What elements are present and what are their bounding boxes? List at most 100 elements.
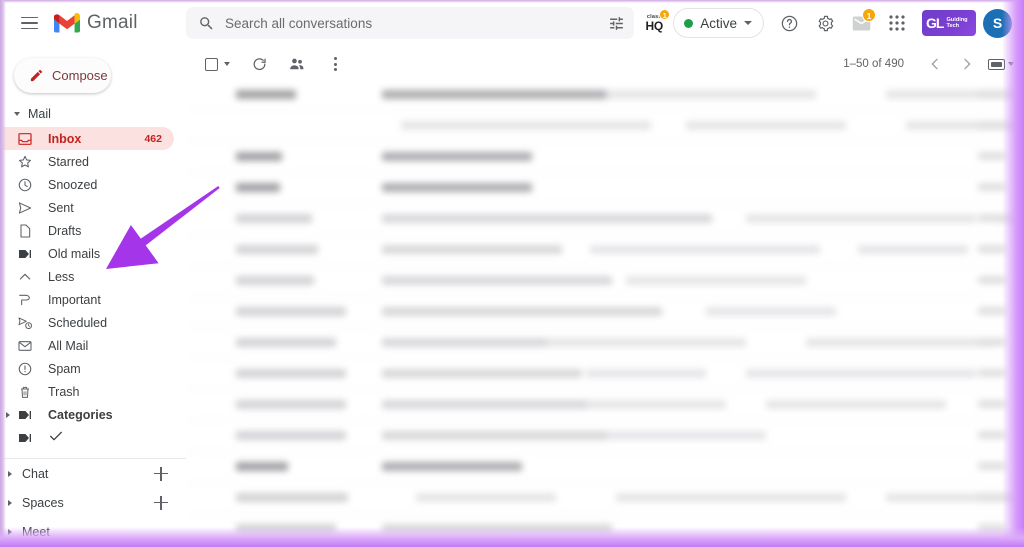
scheduled-icon <box>17 315 37 331</box>
more-vertical-icon[interactable] <box>320 49 350 79</box>
plus-icon[interactable] <box>154 466 168 481</box>
status-label: Active <box>700 15 737 31</box>
chevron-right-icon[interactable] <box>8 528 12 535</box>
table-row[interactable] <box>186 483 1024 514</box>
sidebar-item-inbox[interactable]: Inbox 462 <box>0 127 174 150</box>
label-icon <box>17 430 37 446</box>
top-app-bar: Gmail class HQ 1 <box>0 0 1024 46</box>
mail-section-header[interactable]: Mail <box>0 101 186 127</box>
chevron-right-icon[interactable] <box>952 49 982 79</box>
select-all-chevron-down-icon[interactable] <box>224 62 230 66</box>
classhq-icon[interactable]: class HQ 1 <box>639 6 671 40</box>
pagination: 1–50 of 490 <box>843 49 1024 79</box>
sidebar-item-categories[interactable]: Categories <box>0 403 174 426</box>
mail-section-label: Mail <box>28 107 51 121</box>
mail-updates-icon[interactable]: 1 <box>844 6 878 40</box>
sidebar-item-important[interactable]: Important <box>0 288 174 311</box>
sidebar-item-label: Sent <box>48 200 74 215</box>
help-icon[interactable] <box>772 6 806 40</box>
hamburger-icon[interactable] <box>12 6 46 40</box>
search-input[interactable] <box>225 15 601 31</box>
sidebar-item-sent[interactable]: Sent <box>0 196 174 219</box>
brand-badge[interactable]: GL Guiding Tech <box>922 10 976 36</box>
search-icon <box>198 15 215 32</box>
tune-icon[interactable] <box>601 8 631 38</box>
search-bar[interactable] <box>186 7 634 39</box>
sidebar-item-label: All Mail <box>48 338 89 353</box>
sidebar-footer-chat[interactable]: Chat <box>0 459 176 488</box>
chevron-left-icon[interactable] <box>920 49 950 79</box>
avatar[interactable]: S <box>983 8 1012 38</box>
sidebar-item-scheduled[interactable]: Scheduled <box>0 311 174 334</box>
sidebar-item-less[interactable]: Less <box>0 265 174 288</box>
compose-button[interactable]: Compose <box>14 58 111 93</box>
pagination-range: 1–50 of 490 <box>843 58 904 70</box>
sidebar-item-label: Old mails <box>48 246 101 261</box>
table-row[interactable] <box>186 266 1024 297</box>
plus-icon[interactable] <box>154 495 168 510</box>
status-dot-icon <box>684 18 694 28</box>
table-row[interactable] <box>186 452 1024 483</box>
sidebar-item-label: Important <box>48 292 101 307</box>
table-row[interactable] <box>186 204 1024 235</box>
header-actions: class HQ 1 Active 1 GL Guiding Tech S <box>639 0 1016 46</box>
status-badge[interactable]: Active <box>673 8 764 38</box>
important-icon <box>17 292 37 308</box>
classhq-badge: 1 <box>659 9 671 20</box>
label-icon <box>17 407 37 423</box>
refresh-icon[interactable] <box>244 49 274 79</box>
table-row[interactable] <box>186 111 1024 142</box>
sidebar-item-label: Inbox <box>48 131 82 146</box>
brand-line2: Tech <box>946 23 960 29</box>
sidebar-nav: Inbox 462 Starred Snoozed Sent Drafts Old mail… <box>0 127 186 449</box>
gmail-logo[interactable]: Gmail <box>54 12 138 34</box>
updates-badge: 1 <box>862 8 876 22</box>
sidebar-item-label: Scheduled <box>48 315 108 330</box>
table-row[interactable] <box>186 328 1024 359</box>
table-row[interactable] <box>186 173 1024 204</box>
table-row[interactable] <box>186 235 1024 266</box>
table-row[interactable] <box>186 142 1024 173</box>
sidebar-footer-label: Chat <box>22 466 49 481</box>
input-tools-chevron-down-icon[interactable] <box>1008 62 1014 66</box>
sidebar-item-drafts[interactable]: Drafts <box>0 219 174 242</box>
sidebar-item-label: Drafts <box>48 223 82 238</box>
sidebar-item-spam[interactable]: Spam <box>0 357 174 380</box>
send-icon <box>17 200 37 216</box>
mail-list-pane: 1–50 of 490 <box>186 46 1024 547</box>
all-mail-icon <box>17 338 37 354</box>
chevron-right-icon[interactable] <box>8 499 12 506</box>
mail-list[interactable] <box>186 80 1024 547</box>
apps-grid-icon[interactable] <box>880 6 914 40</box>
sidebar-item-all-mail[interactable]: All Mail <box>0 334 174 357</box>
sidebar-item-label: Spam <box>48 361 81 376</box>
table-row[interactable] <box>186 514 1024 545</box>
sidebar-item-label: Starred <box>48 154 89 169</box>
sidebar-footer-meet[interactable]: Meet <box>0 517 176 546</box>
brand-mark: GL <box>926 15 944 31</box>
table-row[interactable] <box>186 297 1024 328</box>
sidebar-footer-label: Meet <box>22 524 50 539</box>
sidebar-item-old-mails[interactable]: Old mails <box>0 242 174 265</box>
sidebar-item-label-13[interactable] <box>0 426 174 449</box>
chevron-right-icon[interactable] <box>8 470 12 477</box>
sidebar-item-count: 462 <box>144 132 162 145</box>
chevron-up-icon <box>17 269 37 285</box>
people-filter-icon[interactable] <box>282 49 312 79</box>
chevron-down-icon <box>744 21 752 25</box>
keyboard-icon[interactable] <box>984 49 1008 79</box>
gear-icon[interactable] <box>808 6 842 40</box>
sidebar-item-trash[interactable]: Trash <box>0 380 174 403</box>
table-row[interactable] <box>186 421 1024 452</box>
chevron-down-icon <box>14 112 20 116</box>
table-row[interactable] <box>186 359 1024 390</box>
sidebar-item-label: Trash <box>48 384 80 399</box>
sidebar-item-starred[interactable]: Starred <box>0 150 174 173</box>
table-row[interactable] <box>186 390 1024 421</box>
table-row[interactable] <box>186 80 1024 111</box>
sidebar-item-snoozed[interactable]: Snoozed <box>0 173 174 196</box>
select-all-checkbox[interactable] <box>196 49 226 79</box>
chevron-right-icon[interactable] <box>6 411 10 418</box>
sidebar-item-label: Less <box>48 269 75 284</box>
sidebar-footer-spaces[interactable]: Spaces <box>0 488 176 517</box>
